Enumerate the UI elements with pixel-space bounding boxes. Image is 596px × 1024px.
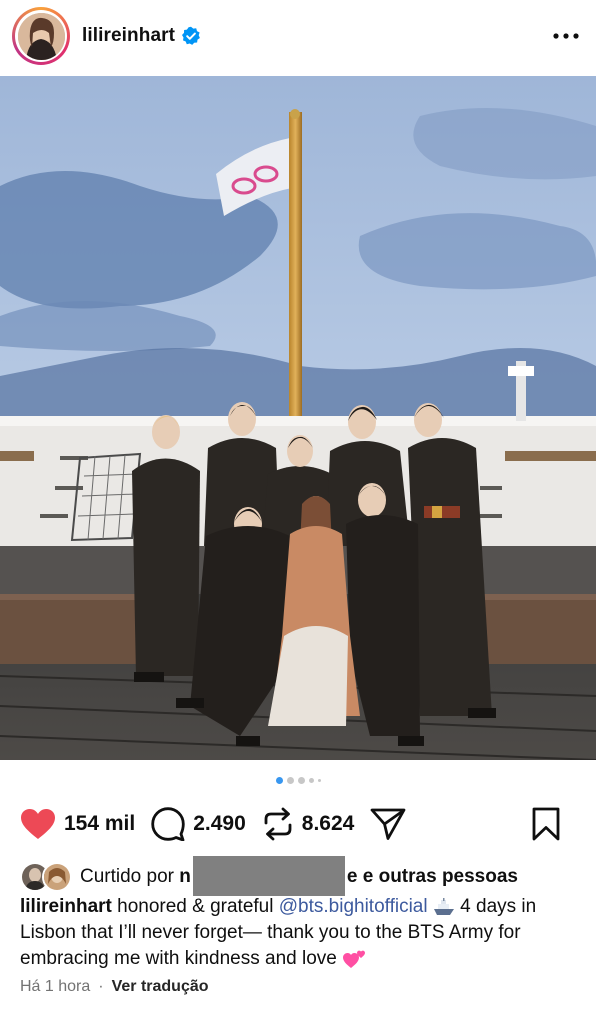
liked-by-avatars xyxy=(20,862,74,892)
carousel-dot xyxy=(297,777,305,784)
share-icon xyxy=(370,808,406,840)
post-caption: lilireinhart honored & grateful @bts.big… xyxy=(20,896,537,969)
carousel-dot xyxy=(317,779,321,782)
liked-by-text: Curtido por ne e outras pessoas xyxy=(80,856,518,897)
see-translation-link[interactable]: Ver tradução xyxy=(112,978,209,996)
reposts-count[interactable]: 8.624 xyxy=(302,812,355,836)
separator: · xyxy=(98,978,104,995)
heart-filled-icon xyxy=(21,809,55,839)
carousel-dot-active xyxy=(275,777,283,784)
carousel-indicator xyxy=(0,777,596,784)
profile-avatar[interactable] xyxy=(12,7,70,65)
two-hearts-emoji-icon xyxy=(343,950,366,968)
verified-badge-icon xyxy=(182,26,200,45)
post-photo[interactable] xyxy=(0,76,596,760)
repost-button[interactable]: 8.624 xyxy=(262,807,355,841)
ship-emoji-icon xyxy=(433,897,454,915)
caption-username[interactable]: lilireinhart xyxy=(20,896,112,917)
comment-icon xyxy=(151,807,185,841)
likes-count[interactable]: 154 mil xyxy=(64,812,135,836)
post-timestamp: Há 1 hora xyxy=(20,978,91,995)
redacted-name xyxy=(192,856,345,896)
repost-icon xyxy=(264,807,292,841)
liked-by-row[interactable]: Curtido por ne e outras pessoas xyxy=(20,856,580,897)
share-button[interactable] xyxy=(370,807,406,841)
save-button[interactable] xyxy=(532,807,560,841)
post-header: lilireinhart xyxy=(0,0,596,72)
comments-count[interactable]: 2.490 xyxy=(193,812,246,836)
post-username[interactable]: lilireinhart xyxy=(82,25,175,47)
comment-button[interactable]: 2.490 xyxy=(151,807,246,841)
avatar xyxy=(42,862,72,892)
carousel-dot xyxy=(286,777,294,784)
action-bar: 154 mil 2.490 8.624 xyxy=(0,802,596,846)
bookmark-icon xyxy=(532,807,560,841)
post-footer: Há 1 hora · Ver tradução xyxy=(20,978,209,996)
like-button[interactable]: 154 mil xyxy=(20,808,135,840)
caption-mention[interactable]: @bts.bighitofficial xyxy=(279,896,428,917)
carousel-dot xyxy=(308,778,314,783)
more-options-icon[interactable] xyxy=(550,20,582,52)
